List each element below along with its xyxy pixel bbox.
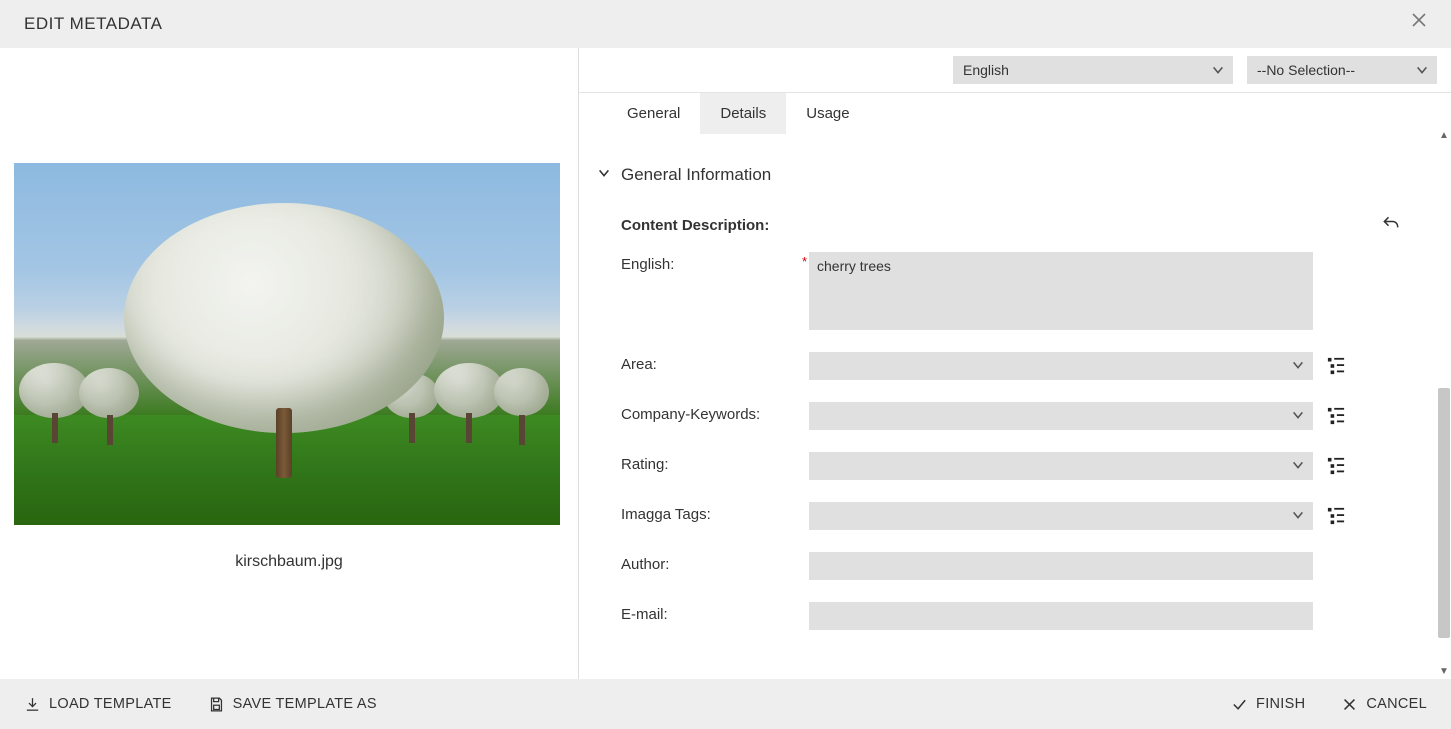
required-marker: * — [799, 252, 809, 269]
button-label: LOAD TEMPLATE — [49, 696, 172, 712]
cancel-button[interactable]: CANCEL — [1341, 696, 1427, 713]
selection-select[interactable] — [1247, 56, 1437, 84]
close-icon[interactable] — [1411, 12, 1431, 32]
content-description-heading: Content Description: — [621, 213, 799, 234]
field-imagga-tags: Imagga Tags: — [597, 502, 1441, 530]
undo-icon[interactable] — [1381, 214, 1401, 234]
rating-select[interactable] — [809, 452, 1313, 480]
load-template-button[interactable]: LOAD TEMPLATE — [24, 696, 172, 713]
form-pane: General Details Usage General Informatio… — [579, 48, 1451, 679]
field-content-description: English: * — [597, 252, 1441, 330]
field-area: Area: — [597, 352, 1441, 380]
field-label: Rating: — [621, 452, 799, 473]
preview-filename: kirschbaum.jpg — [14, 553, 564, 571]
tab-general[interactable]: General — [607, 93, 700, 134]
preview-pane: kirschbaum.jpg — [0, 48, 579, 679]
scroll-down-icon[interactable]: ▼ — [1439, 666, 1449, 677]
content-description-input[interactable] — [809, 252, 1313, 330]
dialog-title: EDIT METADATA — [24, 14, 162, 34]
field-author: Author: — [597, 552, 1441, 580]
scroll-up-icon[interactable]: ▲ — [1439, 130, 1449, 141]
section-header[interactable]: General Information — [597, 165, 1441, 185]
area-select[interactable] — [809, 352, 1313, 380]
field-rating: Rating: — [597, 452, 1441, 480]
scrollbar[interactable]: ▲ ▼ — [1437, 128, 1451, 679]
author-input[interactable] — [809, 552, 1313, 580]
section-title: General Information — [621, 165, 771, 185]
tab-usage[interactable]: Usage — [786, 93, 869, 134]
button-label: SAVE TEMPLATE AS — [233, 696, 377, 712]
language-select[interactable] — [953, 56, 1233, 84]
field-label: Area: — [621, 352, 799, 373]
field-label: Author: — [621, 552, 799, 573]
field-label: Company-Keywords: — [621, 402, 799, 423]
company-keywords-select[interactable] — [809, 402, 1313, 430]
tree-picker-icon[interactable] — [1327, 457, 1345, 475]
dialog-footer: LOAD TEMPLATE SAVE TEMPLATE AS FINISH CA… — [0, 679, 1451, 729]
scrollbar-thumb[interactable] — [1438, 388, 1450, 638]
email-input[interactable] — [809, 602, 1313, 630]
tree-picker-icon[interactable] — [1327, 507, 1345, 525]
imagga-tags-select[interactable] — [809, 502, 1313, 530]
field-email: E-mail: — [597, 602, 1441, 630]
save-template-as-button[interactable]: SAVE TEMPLATE AS — [208, 696, 377, 713]
field-label: Imagga Tags: — [621, 502, 799, 523]
dialog-header: EDIT METADATA — [0, 0, 1451, 48]
tab-details[interactable]: Details — [700, 93, 786, 134]
top-select-bar — [579, 48, 1451, 93]
field-label: E-mail: — [621, 602, 799, 623]
button-label: CANCEL — [1366, 696, 1427, 712]
finish-button[interactable]: FINISH — [1231, 696, 1305, 713]
field-company-keywords: Company-Keywords: — [597, 402, 1441, 430]
tree-picker-icon[interactable] — [1327, 407, 1345, 425]
form-scroll-area[interactable]: General Information Content Description:… — [579, 135, 1451, 679]
button-label: FINISH — [1256, 696, 1305, 712]
chevron-down-icon — [597, 165, 611, 185]
field-label: English: — [621, 252, 799, 273]
main-area: kirschbaum.jpg General Details Usage — [0, 48, 1451, 679]
tree-picker-icon[interactable] — [1327, 357, 1345, 375]
tab-bar: General Details Usage — [579, 93, 1451, 135]
image-preview — [14, 163, 560, 525]
